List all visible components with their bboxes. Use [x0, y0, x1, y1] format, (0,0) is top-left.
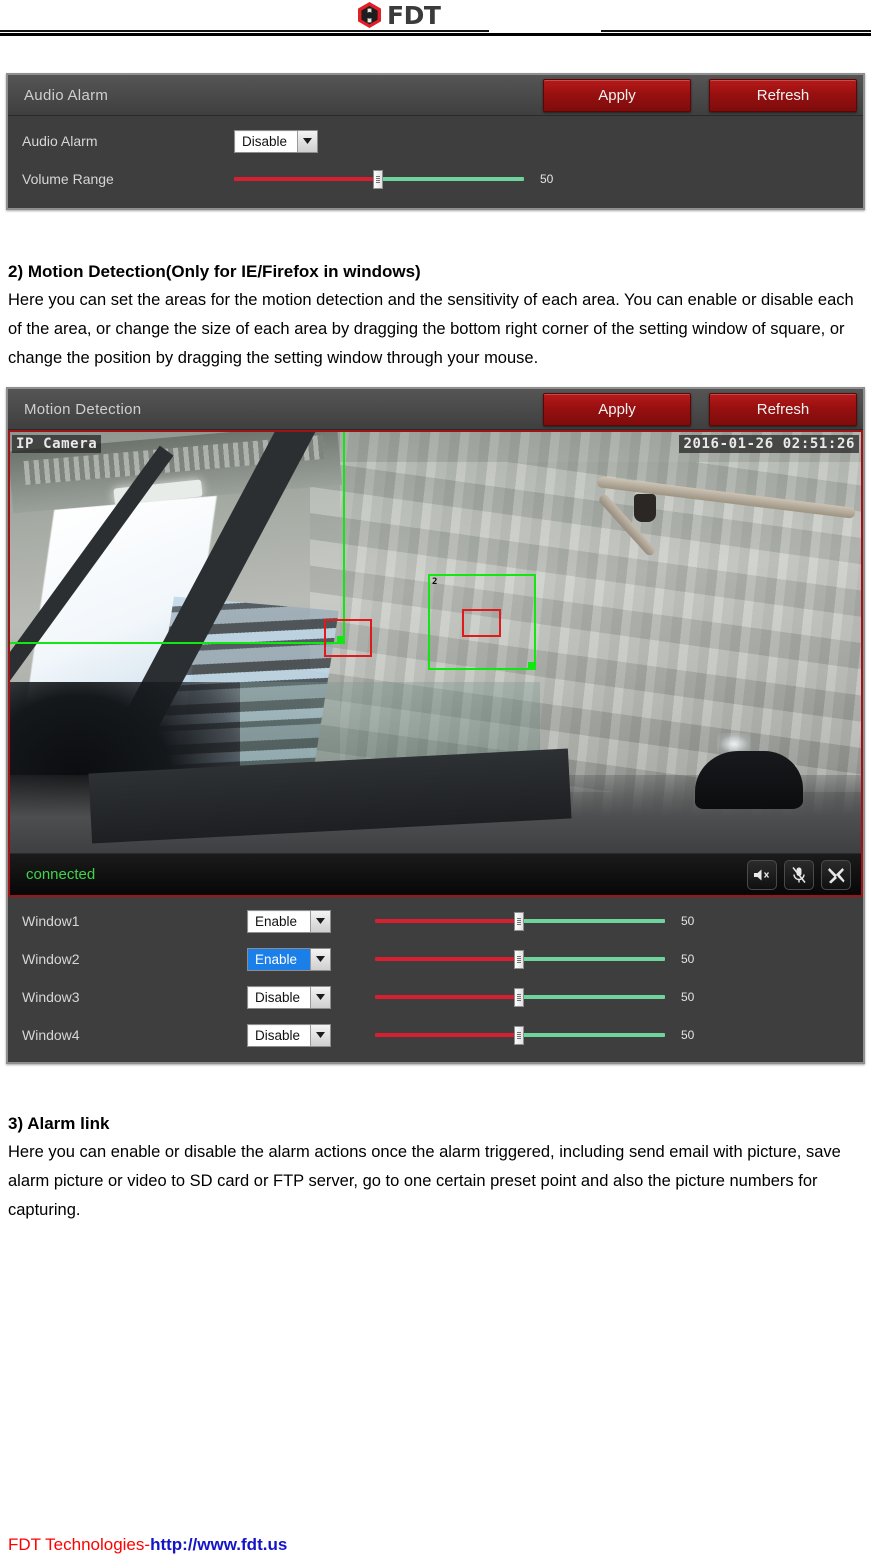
motion-window-1-label: Window1 — [22, 913, 80, 929]
motion-detection-section: 2) Motion Detection(Only for IE/Firefox … — [8, 258, 863, 373]
fdt-hexagon-logo-icon — [355, 1, 384, 30]
logo-wordmark: FDT — [387, 1, 441, 30]
motion-window-3-sensitivity-value: 50 — [681, 990, 695, 1004]
panel-actions: Apply Refresh — [543, 393, 857, 426]
motion-window-1-select-value: Enable — [255, 913, 298, 929]
page-footer: FDT Technologies-http://www.fdt.us — [8, 1535, 287, 1555]
motion-window-1-resize-marker[interactable] — [324, 619, 372, 657]
tools-wrench-icon[interactable] — [821, 859, 851, 890]
section-body-alarm-link: Here you can enable or disable the alarm… — [8, 1143, 841, 1219]
video-preview[interactable]: IP Camera 2016-01-26 02:51:26 2 connecte… — [8, 430, 863, 897]
motion-window-3-select[interactable]: Disable — [247, 985, 331, 1009]
audio-alarm-label: Audio Alarm — [22, 133, 98, 149]
chevron-down-icon — [310, 910, 330, 932]
motion-window-row-4: Window4 Disable 50 — [8, 1016, 863, 1054]
motion-window-3-label: Window3 — [22, 989, 80, 1005]
motion-window-1-select[interactable]: Enable — [247, 909, 331, 933]
motion-window-4-sensitivity-slider[interactable] — [375, 1025, 665, 1045]
connection-status: connected — [26, 866, 96, 883]
volume-range-row: Volume Range 50 — [8, 160, 863, 198]
motion-window-1-box[interactable] — [10, 432, 345, 644]
header-divider-thin — [0, 30, 871, 32]
panel-title: Audio Alarm — [24, 86, 109, 104]
refresh-button[interactable]: Refresh — [709, 79, 857, 112]
motion-window-2-select-value: Enable — [248, 948, 310, 970]
volume-range-slider[interactable] — [234, 169, 524, 189]
chevron-down-icon — [310, 986, 330, 1008]
footer-url-link[interactable]: http://www.fdt.us — [150, 1535, 287, 1554]
section-body-motion-detection: Here you can set the areas for the motio… — [8, 291, 854, 367]
motion-window-2-tag: 2 — [432, 577, 438, 587]
motion-window-2-label: Window2 — [22, 951, 80, 967]
section-title-alarm-link: 3) Alarm link — [8, 1114, 110, 1133]
alarm-link-section: 3) Alarm link Here you can enable or dis… — [8, 1110, 863, 1225]
audio-alarm-panel-header: Audio Alarm Apply Refresh — [8, 75, 863, 116]
header-divider-thick — [0, 33, 871, 36]
microphone-mute-icon[interactable] — [784, 859, 814, 890]
motion-window-row-2: Window2 Enable 50 — [8, 940, 863, 978]
video-toolbar — [747, 859, 851, 890]
volume-range-label: Volume Range — [22, 171, 114, 187]
apply-button[interactable]: Apply — [543, 79, 691, 112]
slider-track-right — [382, 177, 524, 181]
motion-window-2-sensitivity-value: 50 — [681, 952, 695, 966]
motion-window-1-sensitivity-value: 50 — [681, 914, 695, 928]
page-header: FDT — [0, 0, 871, 40]
speaker-mute-icon[interactable] — [747, 859, 777, 890]
motion-window-4-select[interactable]: Disable — [247, 1023, 331, 1047]
audio-alarm-select-value: Disable — [242, 133, 288, 149]
audio-alarm-panel: Audio Alarm Apply Refresh Audio Alarm Di… — [6, 73, 865, 210]
footer-company: FDT Technologies- — [8, 1535, 151, 1554]
panel-title: Motion Detection — [24, 400, 142, 418]
motion-window-2-select[interactable]: Enable — [247, 947, 331, 971]
volume-range-value: 50 — [540, 172, 554, 186]
motion-window-3-select-value: Disable — [255, 989, 301, 1005]
chevron-down-icon — [310, 1024, 330, 1046]
motion-window-row-1: Window1 Enable 50 — [8, 902, 863, 940]
timestamp-overlay: 2016-01-26 02:51:26 — [679, 435, 859, 453]
fdt-logo: FDT — [355, 1, 441, 30]
audio-alarm-row: Audio Alarm Disable — [8, 122, 863, 160]
slider-knob[interactable] — [373, 170, 383, 189]
motion-window-4-select-value: Disable — [255, 1027, 301, 1043]
panel-actions: Apply Refresh — [543, 79, 857, 112]
chevron-down-icon — [297, 130, 317, 152]
motion-window-4-label: Window4 — [22, 1027, 80, 1043]
slider-track-left — [234, 177, 377, 181]
motion-window-1-sensitivity-slider[interactable] — [375, 911, 665, 931]
video-status-bar: connected — [10, 853, 861, 895]
apply-button[interactable]: Apply — [543, 393, 691, 426]
refresh-button[interactable]: Refresh — [709, 393, 857, 426]
motion-window-list: Window1 Enable 50 Window2 Enable 50 Wind… — [8, 897, 863, 1062]
motion-detection-panel-header: Motion Detection Apply Refresh — [8, 389, 863, 430]
motion-window-row-3: Window3 Disable 50 — [8, 978, 863, 1016]
motion-window-2-inner-marker[interactable] — [462, 609, 501, 637]
section-title-motion-detection: 2) Motion Detection(Only for IE/Firefox … — [8, 262, 421, 281]
audio-alarm-select[interactable]: Disable — [234, 129, 318, 153]
motion-detection-panel: Motion Detection Apply Refresh IP Camera… — [6, 387, 865, 1064]
motion-window-2-resize-handle[interactable] — [528, 662, 536, 670]
motion-window-4-sensitivity-value: 50 — [681, 1028, 695, 1042]
motion-window-3-sensitivity-slider[interactable] — [375, 987, 665, 1007]
chevron-down-icon — [310, 948, 330, 970]
motion-window-2-sensitivity-slider[interactable] — [375, 949, 665, 969]
